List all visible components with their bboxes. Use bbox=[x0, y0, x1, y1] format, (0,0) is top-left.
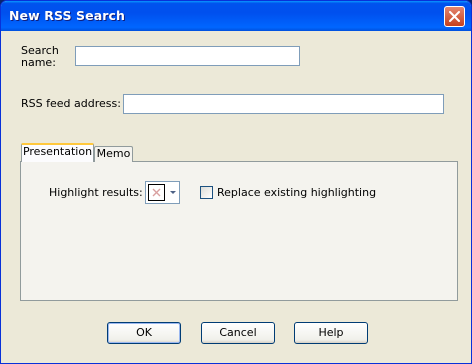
ok-button-label: OK bbox=[136, 326, 152, 339]
tab-presentation-label: Presentation bbox=[22, 145, 93, 158]
cancel-button-label: Cancel bbox=[219, 326, 257, 339]
highlight-results-label: Highlight results: bbox=[49, 186, 143, 199]
replace-highlighting-checkbox[interactable] bbox=[200, 186, 213, 199]
feed-address-input[interactable] bbox=[123, 94, 444, 114]
dropdown-arrow[interactable] bbox=[168, 183, 178, 202]
window-title: New RSS Search bbox=[9, 8, 126, 23]
search-name-input[interactable] bbox=[75, 46, 300, 66]
search-name-label: Search name: bbox=[21, 44, 59, 69]
help-button[interactable]: Help bbox=[294, 322, 368, 344]
title-bar[interactable]: New RSS Search bbox=[1, 1, 471, 31]
dialog-window: New RSS Search Search name: RSS feed add… bbox=[0, 0, 472, 364]
chevron-down-icon bbox=[170, 191, 176, 194]
help-button-label: Help bbox=[318, 326, 344, 339]
close-button[interactable] bbox=[444, 6, 465, 27]
tab-presentation[interactable]: Presentation bbox=[21, 143, 94, 162]
no-color-icon bbox=[152, 188, 161, 197]
tab-memo[interactable]: Memo bbox=[94, 146, 133, 162]
highlight-color-picker[interactable] bbox=[145, 181, 180, 204]
tab-panel-presentation bbox=[20, 161, 458, 301]
cancel-button[interactable]: Cancel bbox=[201, 322, 275, 344]
replace-highlighting-label: Replace existing highlighting bbox=[217, 186, 377, 199]
feed-address-label: RSS feed address: bbox=[21, 97, 121, 110]
tab-memo-label: Memo bbox=[96, 147, 131, 160]
close-icon bbox=[449, 11, 460, 22]
color-swatch bbox=[148, 184, 165, 201]
ok-button[interactable]: OK bbox=[107, 322, 181, 344]
